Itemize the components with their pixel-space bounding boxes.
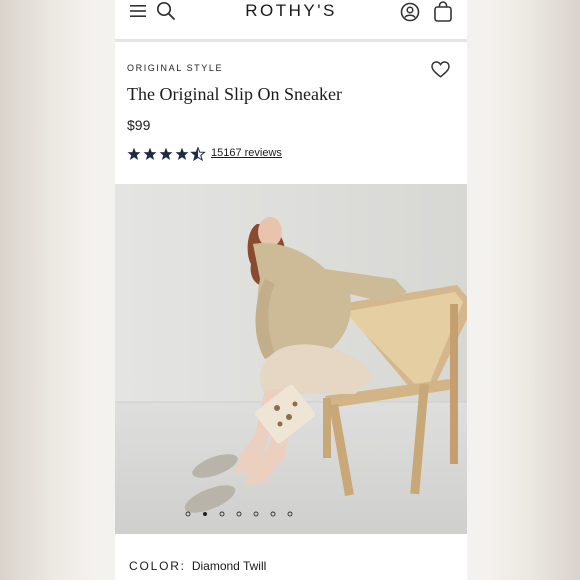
color-value: Diamond Twill — [191, 559, 267, 573]
rating-star — [127, 147, 141, 160]
account-icon[interactable] — [400, 2, 420, 22]
rating-stars — [127, 147, 205, 161]
carousel-dot[interactable] — [270, 511, 276, 517]
product-page: ROTHY'S ORIGINAL STYLE The Original Slip… — [115, 0, 467, 580]
color-selector-row: COLOR: Diamond Twill — [129, 557, 459, 575]
rating-row: 15167 reviews — [127, 147, 327, 161]
reviews-link[interactable]: 15167 reviews — [211, 147, 282, 159]
carousel-dot[interactable] — [253, 511, 259, 517]
top-navigation-bar: ROTHY'S — [115, 0, 467, 42]
heart-icon[interactable] — [431, 61, 450, 78]
rating-star — [159, 147, 173, 160]
shopping-bag-icon[interactable] — [433, 1, 453, 22]
lifestyle-photo — [115, 184, 467, 534]
rating-star — [143, 147, 157, 160]
product-eyebrow: ORIGINAL STYLE — [127, 63, 224, 73]
rating-star — [175, 147, 189, 160]
carousel-dot[interactable] — [287, 511, 293, 517]
carousel-indicators[interactable] — [115, 510, 467, 518]
color-label: COLOR: — [129, 559, 186, 573]
carousel-dot[interactable] — [219, 511, 225, 517]
product-title: The Original Slip On Sneaker — [127, 84, 342, 104]
rating-star — [191, 147, 205, 161]
product-hero-image[interactable] — [115, 184, 467, 534]
carousel-dot[interactable] — [236, 511, 242, 517]
carousel-dot[interactable] — [185, 511, 191, 517]
product-price: $99 — [127, 117, 151, 133]
carousel-dot[interactable] — [203, 512, 207, 516]
